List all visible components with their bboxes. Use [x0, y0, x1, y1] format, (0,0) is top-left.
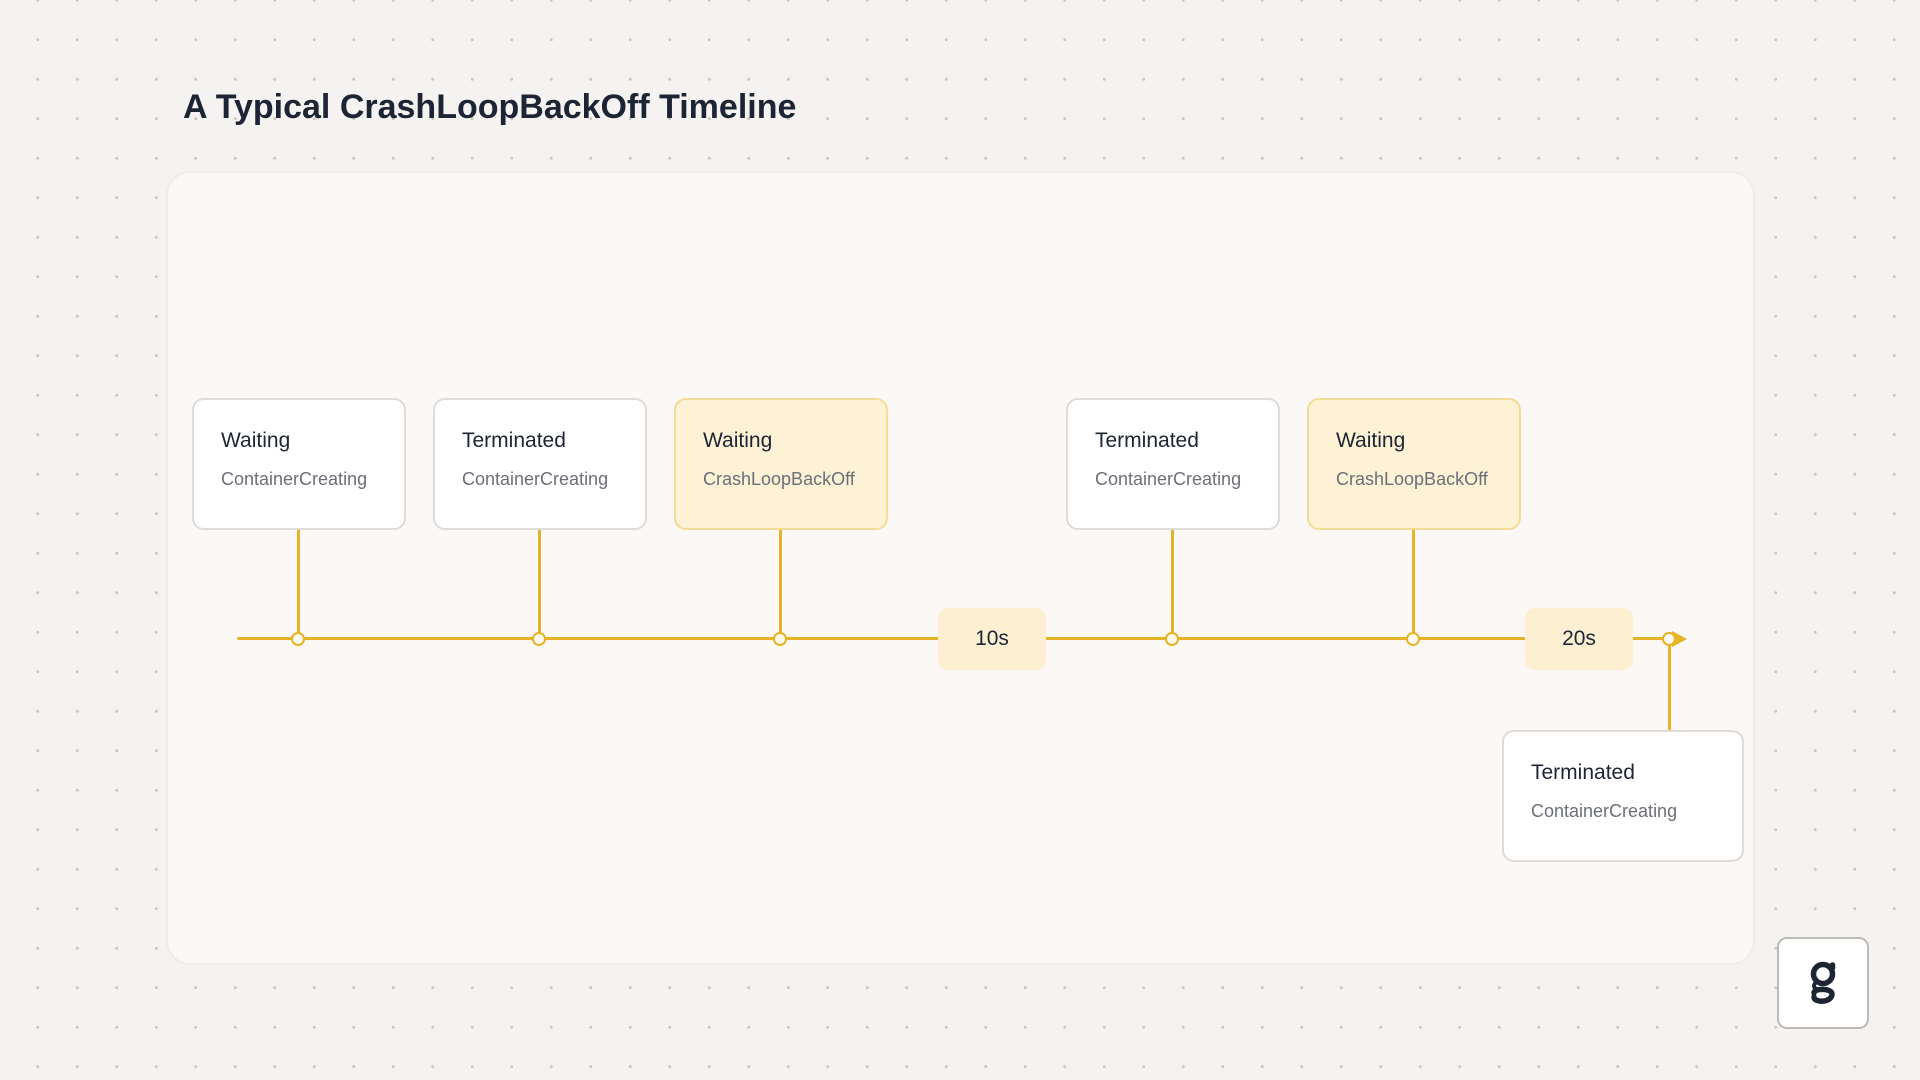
event-connector — [1412, 528, 1415, 638]
event-connector — [1171, 528, 1174, 638]
event-card[interactable]: Waiting CrashLoopBackOff — [1307, 398, 1521, 530]
event-marker — [1165, 632, 1179, 646]
event-card[interactable]: Terminated ContainerCreating — [433, 398, 647, 530]
event-reason: CrashLoopBackOff — [1336, 469, 1488, 489]
event-reason: ContainerCreating — [1095, 469, 1242, 489]
event-card[interactable]: Waiting CrashLoopBackOff — [674, 398, 888, 530]
event-state: Waiting — [703, 429, 773, 452]
event-card[interactable]: Waiting ContainerCreating — [192, 398, 406, 530]
event-reason: CrashLoopBackOff — [703, 469, 855, 489]
event-connector — [1668, 638, 1671, 731]
event-reason: ContainerCreating — [221, 469, 368, 489]
event-connector — [779, 528, 782, 638]
event-connector — [297, 528, 300, 638]
event-card[interactable]: Terminated ContainerCreating — [1502, 730, 1744, 862]
event-card[interactable]: Terminated ContainerCreating — [1066, 398, 1280, 530]
event-state: Waiting — [1336, 429, 1406, 452]
page-title: A Typical CrashLoopBackOff Timeline — [183, 88, 797, 126]
event-reason: ContainerCreating — [1531, 801, 1678, 821]
event-marker — [773, 632, 787, 646]
event-marker — [1662, 632, 1676, 646]
event-state: Terminated — [1095, 429, 1199, 452]
time-label: 20s — [1525, 608, 1633, 670]
time-label: 10s — [938, 608, 1046, 670]
logo-g-icon — [1810, 961, 1836, 1004]
event-reason: ContainerCreating — [462, 469, 609, 489]
event-marker — [532, 632, 546, 646]
logo-badge[interactable] — [1777, 937, 1869, 1029]
event-connector — [538, 528, 541, 638]
event-state: Waiting — [221, 429, 291, 452]
event-marker — [291, 632, 305, 646]
event-state: Terminated — [462, 429, 566, 452]
event-state: Terminated — [1531, 761, 1635, 784]
event-marker — [1406, 632, 1420, 646]
